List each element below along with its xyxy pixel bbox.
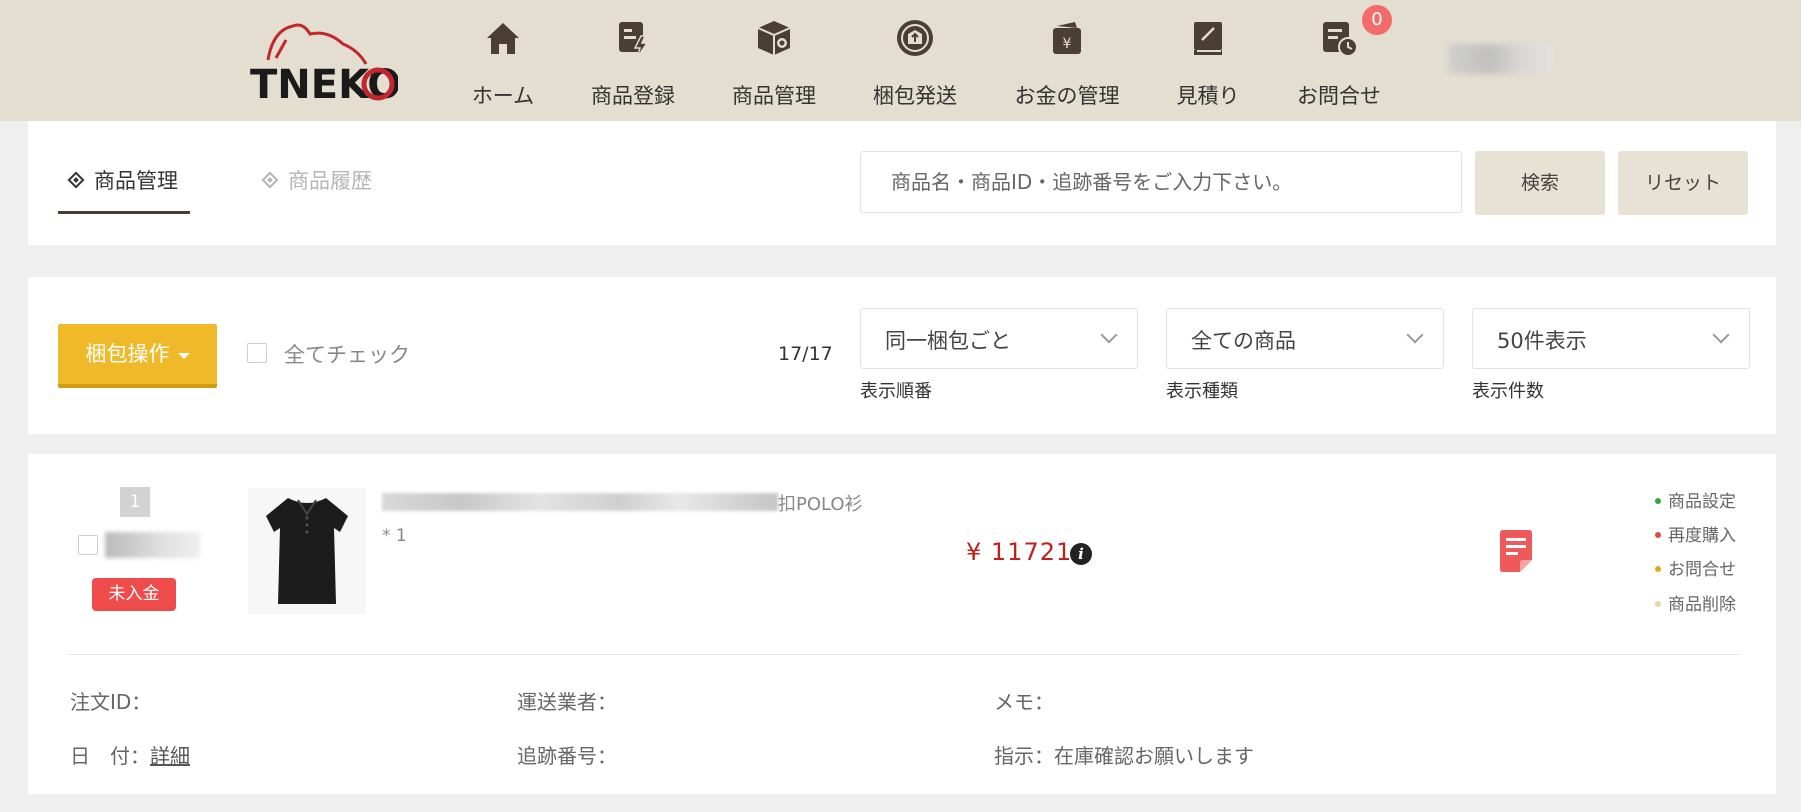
product-register-icon	[619, 22, 649, 58]
nav-money-management[interactable]: ¥ お金の管理	[1007, 18, 1127, 110]
action-inquiry-label: お問合せ	[1668, 560, 1736, 580]
memo-label: メモ：	[994, 690, 1054, 714]
nav-home[interactable]: ホーム	[443, 18, 563, 110]
tneko-logo[interactable]: TNEKO	[248, 20, 398, 106]
nav-pack-ship[interactable]: 梱包発送	[855, 18, 975, 110]
product-title-blurred	[382, 493, 778, 511]
dot-icon	[1655, 532, 1661, 538]
page-size-caption: 表示件数	[1472, 381, 1544, 402]
nav-estimate[interactable]: 見積り	[1148, 18, 1268, 110]
action-delete-product[interactable]: 商品削除	[1655, 590, 1736, 615]
pack-operation-button[interactable]: 梱包操作	[58, 324, 217, 388]
carrier-label: 運送業者：	[517, 690, 617, 714]
action-delete-product-label: 商品削除	[1668, 595, 1736, 615]
chevron-down-icon	[1406, 326, 1424, 344]
sort-order-select[interactable]: 同一梱包ごと	[860, 308, 1138, 369]
action-repurchase-label: 再度購入	[1668, 526, 1736, 546]
caret-down-icon	[177, 353, 190, 359]
estimate-book-icon	[1194, 22, 1222, 55]
info-icon[interactable]: i	[1070, 543, 1092, 565]
tab-product-history-label: 商品履歴	[288, 169, 372, 193]
action-product-settings[interactable]: 商品設定	[1655, 487, 1736, 512]
page-size-select[interactable]: 50件表示	[1472, 308, 1750, 369]
list-toolbar: 梱包操作 全てチェック 17/17 同一梱包ごと 表示順番 全ての商品 表示種類…	[28, 277, 1776, 434]
sort-order-value: 同一梱包ごと	[885, 329, 1011, 353]
tab-product-management[interactable]: 商品管理	[67, 165, 178, 195]
order-index: 1	[120, 487, 150, 517]
nav-home-label: ホーム	[471, 84, 535, 108]
active-tab-indicator	[58, 211, 190, 214]
sort-order-caption: 表示順番	[860, 381, 932, 402]
tracking-label: 追跡番号：	[517, 744, 617, 768]
dot-icon	[1655, 498, 1661, 504]
product-title[interactable]: 扣POLO衫	[778, 490, 863, 516]
action-repurchase[interactable]: 再度購入	[1655, 521, 1736, 546]
svg-text:¥: ¥	[1063, 36, 1072, 52]
tabs-search-panel: 商品管理 商品履歴 検索 リセット	[28, 121, 1776, 245]
display-type-select[interactable]: 全ての商品	[1166, 308, 1444, 369]
nav-estimate-label: 見積り	[1176, 84, 1240, 108]
item-count: 17/17	[778, 343, 833, 365]
check-all-label[interactable]: 全てチェック	[284, 339, 410, 369]
page-size-value: 50件表示	[1497, 329, 1587, 353]
inquiry-count-badge: 0	[1362, 5, 1392, 35]
diamond-icon	[261, 171, 279, 189]
product-quantity: * 1	[382, 526, 407, 546]
status-badge: 未入金	[92, 578, 176, 611]
reset-button[interactable]: リセット	[1618, 151, 1748, 215]
nav-money-management-label: お金の管理	[1014, 84, 1120, 108]
chevron-down-icon	[1712, 326, 1730, 344]
instruction-text: 指示：在庫確認お願いします	[994, 744, 1254, 768]
dot-icon	[1655, 566, 1661, 572]
nav-pack-ship-label: 梱包発送	[873, 84, 957, 108]
package-upload-icon	[897, 20, 933, 56]
order-id-label: 注文ID：	[70, 690, 152, 714]
tab-product-history[interactable]: 商品履歴	[261, 165, 372, 195]
box-settings-icon	[757, 21, 791, 55]
details-link[interactable]: 詳細	[150, 744, 190, 768]
nav-product-management[interactable]: 商品管理	[714, 18, 834, 110]
product-thumbnail[interactable]	[248, 488, 366, 614]
order-card: 1 未入金 扣POLO衫 * 1 ¥ 11721 i 商品設定 再度購入 お問合…	[28, 454, 1776, 794]
nav-inquiry-label: お問合せ	[1297, 84, 1381, 108]
date-field: 日 付：詳細	[70, 740, 190, 769]
order-divider	[68, 654, 1740, 655]
wallet-yen-icon: ¥	[1053, 22, 1081, 54]
product-price: ¥ 11721	[966, 538, 1073, 566]
order-checkbox[interactable]	[78, 535, 98, 555]
inquiry-clock-icon	[1323, 22, 1358, 57]
nav-product-register-label: 商品登録	[591, 84, 675, 108]
top-navigation-bar: TNEKO ホーム 商品登録 商品管理 梱包発送 ¥ お金の管理 見積り お問合…	[0, 0, 1801, 121]
tab-product-management-label: 商品管理	[94, 169, 178, 193]
display-type-caption: 表示種類	[1166, 381, 1238, 402]
nav-product-register[interactable]: 商品登録	[573, 18, 693, 110]
display-type-value: 全ての商品	[1191, 329, 1296, 353]
action-inquiry[interactable]: お問合せ	[1655, 555, 1736, 580]
check-all-checkbox[interactable]	[247, 343, 267, 363]
user-account-blurred[interactable]	[1448, 44, 1553, 74]
pack-operation-label: 梱包操作	[85, 342, 170, 366]
date-label: 日 付：	[70, 744, 150, 768]
nav-product-management-label: 商品管理	[732, 84, 816, 108]
chevron-down-icon	[1100, 326, 1118, 344]
document-edit-icon[interactable]	[1500, 530, 1532, 572]
search-button[interactable]: 検索	[1475, 151, 1605, 215]
action-product-settings-label: 商品設定	[1668, 492, 1736, 512]
search-input[interactable]	[860, 151, 1462, 213]
order-number-blurred	[105, 532, 200, 558]
dot-icon	[1655, 601, 1661, 607]
home-icon	[487, 23, 519, 54]
diamond-icon	[67, 171, 85, 189]
